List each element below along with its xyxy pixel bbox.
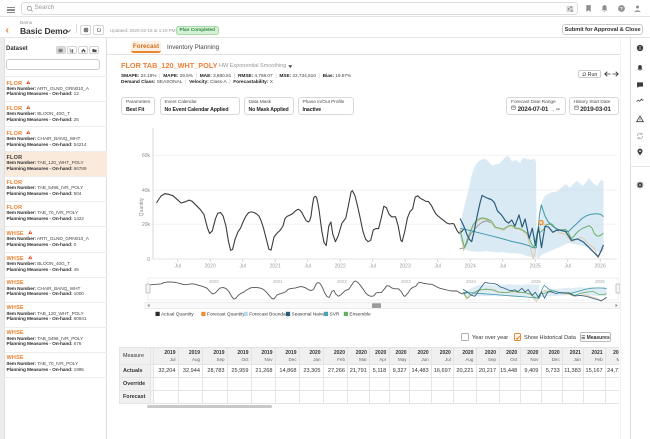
svg-text:2024: 2024 xyxy=(466,279,476,284)
svg-text:2026: 2026 xyxy=(595,279,605,284)
svg-text:2021: 2021 xyxy=(273,279,283,284)
svg-text:Forecast Boundary: Forecast Boundary xyxy=(249,312,290,318)
svg-text:2025: 2025 xyxy=(530,264,541,270)
svg-text:2023: 2023 xyxy=(401,279,411,284)
svg-text:?: ? xyxy=(620,6,623,12)
svg-text:2024: 2024 xyxy=(465,264,476,270)
svg-text:Jul: Jul xyxy=(564,264,570,270)
svg-text:Jul: Jul xyxy=(499,264,505,270)
svg-text:Seasonal Naive: Seasonal Naive xyxy=(292,312,326,318)
svg-text:2022: 2022 xyxy=(335,264,346,270)
svg-text:2020: 2020 xyxy=(209,279,219,284)
svg-text:Quantity: Quantity xyxy=(139,197,145,216)
svg-text:Ensemble: Ensemble xyxy=(349,312,371,318)
svg-text:Jul: Jul xyxy=(434,264,440,270)
svg-text:60k: 60k xyxy=(142,153,151,159)
svg-text:Jul: Jul xyxy=(239,264,245,270)
svg-text:2025: 2025 xyxy=(531,279,541,284)
svg-text:Jul: Jul xyxy=(369,264,375,270)
svg-text:2021: 2021 xyxy=(270,264,281,270)
svg-text:20k: 20k xyxy=(142,222,151,228)
svg-text:2023: 2023 xyxy=(400,264,411,270)
svg-text:0: 0 xyxy=(147,257,150,263)
svg-text:Actual Quantity: Actual Quantity xyxy=(161,312,194,318)
svg-text:SVR: SVR xyxy=(330,312,340,318)
svg-text:2020: 2020 xyxy=(205,264,216,270)
svg-text:2026: 2026 xyxy=(595,264,606,270)
svg-text:Jul: Jul xyxy=(304,264,310,270)
svg-text:Jul: Jul xyxy=(174,264,180,270)
svg-text:2022: 2022 xyxy=(337,279,347,284)
svg-text:40k: 40k xyxy=(142,188,151,194)
svg-text:Forecast Quantity: Forecast Quantity xyxy=(207,312,245,318)
